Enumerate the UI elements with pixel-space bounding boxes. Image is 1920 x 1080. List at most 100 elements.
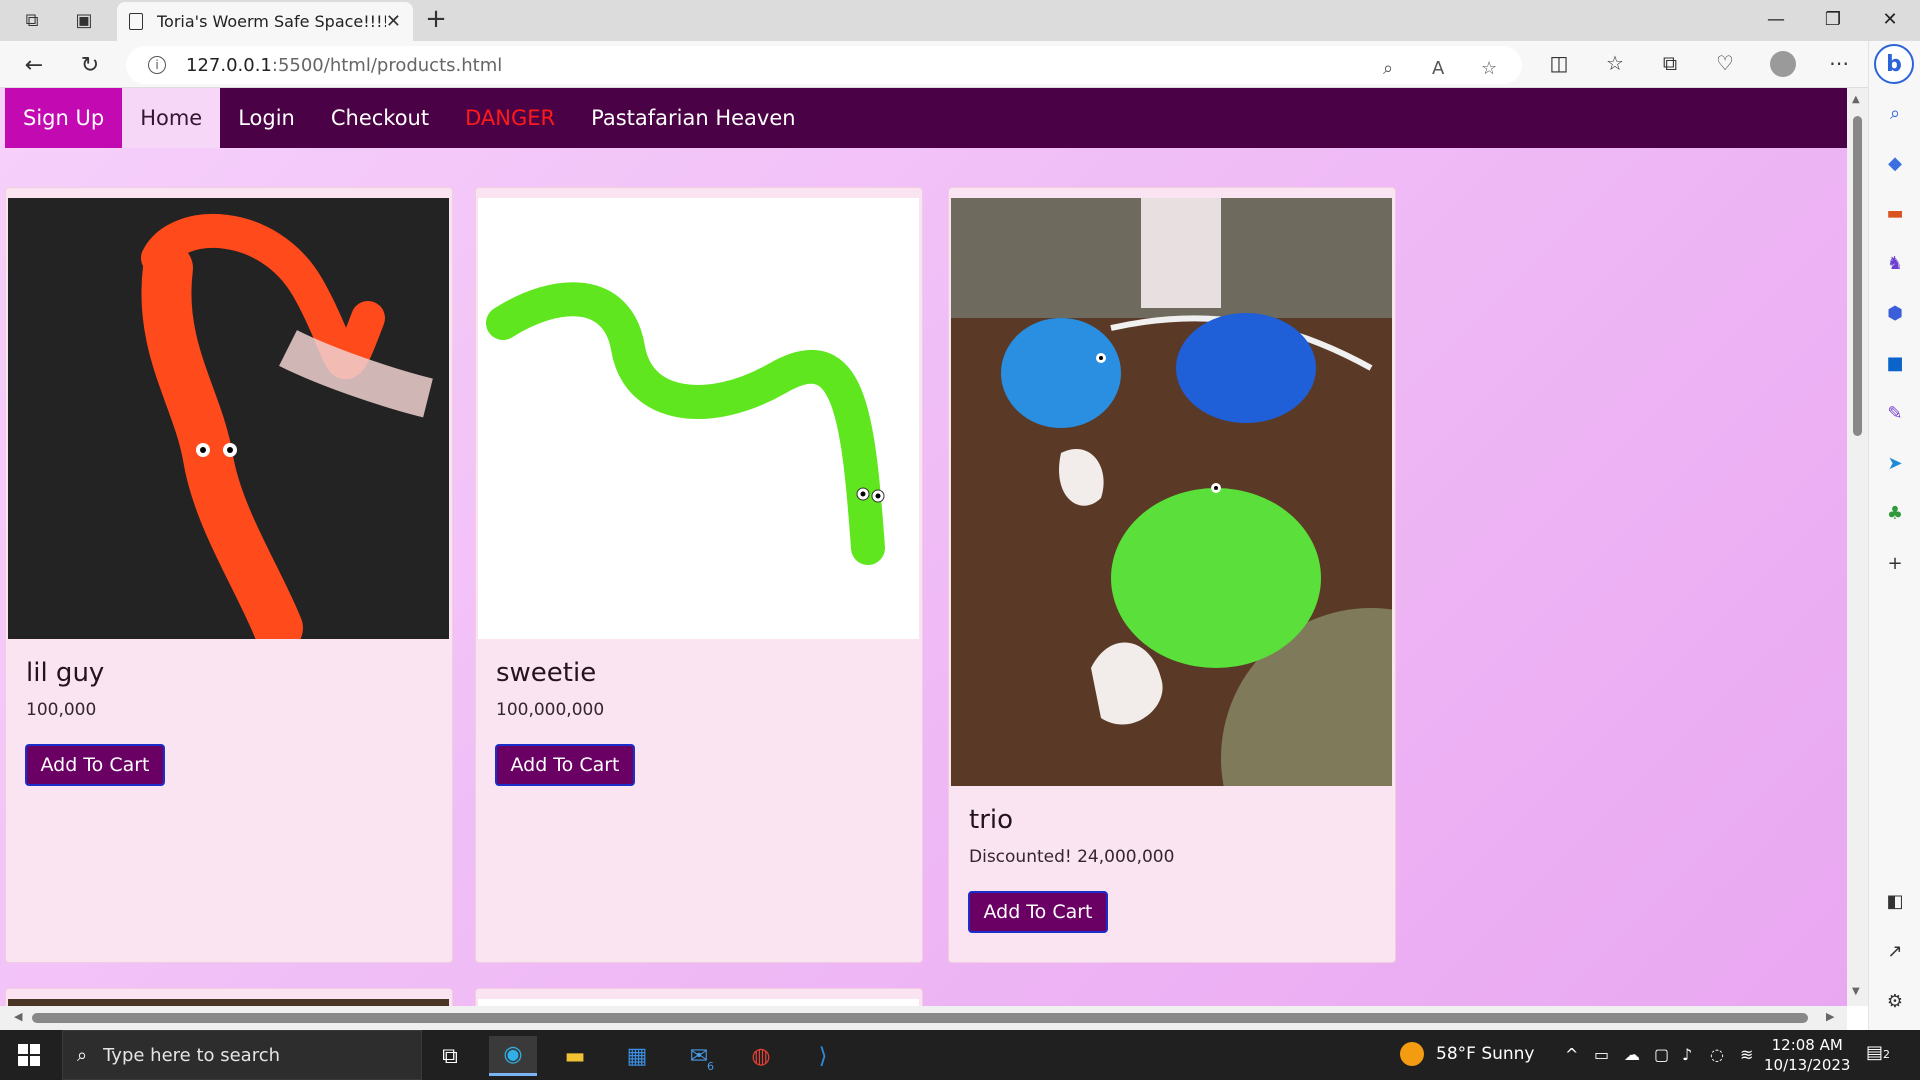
collections-icon[interactable]: ⧉ bbox=[1656, 51, 1684, 75]
add-to-cart-button[interactable]: Add To Cart bbox=[495, 744, 635, 786]
send-icon[interactable]: ➤ bbox=[1881, 449, 1909, 477]
scroll-left-icon[interactable]: ◀ bbox=[14, 1010, 22, 1023]
outlook-icon[interactable]: ■ bbox=[1881, 349, 1909, 377]
weather-widget[interactable]: 58°F Sunny bbox=[1400, 1042, 1535, 1066]
vscode-icon[interactable]: ⟩ bbox=[799, 1036, 847, 1076]
windows-start-icon[interactable] bbox=[18, 1044, 40, 1066]
product-image-worm-trio bbox=[951, 198, 1392, 786]
external-link-icon[interactable]: ↗ bbox=[1881, 937, 1909, 965]
add-to-cart-button[interactable]: Add To Cart bbox=[968, 891, 1108, 933]
vertical-scroll-thumb[interactable] bbox=[1853, 116, 1862, 436]
browser-tab-bar: ⧉ ▣ Toria's Woerm Safe Space!!!!!! :D ✕ … bbox=[0, 0, 1920, 41]
product-image-partial bbox=[478, 999, 919, 1006]
product-price: Discounted! 24,000,000 bbox=[969, 847, 1175, 867]
product-name: lil guy bbox=[26, 658, 105, 688]
games-icon[interactable]: ♞ bbox=[1881, 249, 1909, 277]
network-icon[interactable]: ◌ bbox=[1710, 1045, 1724, 1064]
favorites-icon[interactable]: ☆ bbox=[1601, 51, 1629, 75]
refresh-icon[interactable]: ↻ bbox=[72, 49, 108, 81]
copilot-icon[interactable]: b bbox=[1874, 44, 1914, 84]
add-icon[interactable]: + bbox=[1881, 549, 1909, 577]
add-to-cart-button[interactable]: Add To Cart bbox=[25, 744, 165, 786]
tree-icon[interactable]: ♣ bbox=[1881, 499, 1909, 527]
edge-sidebar: ⌕ ◆ ▬ ♞ ⬢ ■ ✎ ➤ ♣ + ◧ ↗ ⚙ bbox=[1868, 41, 1920, 1030]
mail-icon[interactable]: ✉ 6 bbox=[675, 1036, 723, 1076]
product-name: trio bbox=[969, 805, 1014, 835]
workspaces-icon[interactable]: ⧉ bbox=[15, 6, 49, 34]
shopping-icon[interactable]: ◆ bbox=[1881, 149, 1909, 177]
search-icon[interactable]: ⌕ bbox=[1881, 99, 1909, 127]
weather-text: 58°F Sunny bbox=[1436, 1044, 1535, 1064]
search-placeholder: Type here to search bbox=[103, 1044, 281, 1066]
battery-icon[interactable]: ▭ bbox=[1594, 1045, 1609, 1064]
chevron-up-icon[interactable]: ^ bbox=[1565, 1045, 1578, 1064]
url-bar[interactable]: i 127.0.0.1:5500/html/products.html ⌕ A … bbox=[126, 46, 1522, 84]
nav-sign-up[interactable]: Sign Up bbox=[5, 88, 123, 148]
sun-icon bbox=[1400, 1042, 1424, 1066]
store-icon[interactable]: ▦ bbox=[613, 1036, 661, 1076]
windows-taskbar: ⌕ Type here to search ⧉ ◉ ▬ ▦ ✉ 6 ◍ ⟩ 58°… bbox=[0, 1030, 1920, 1080]
device-icon[interactable]: ▢ bbox=[1654, 1045, 1669, 1064]
edge-app-icon[interactable]: ◉ bbox=[489, 1036, 537, 1076]
designer-icon[interactable]: ✎ bbox=[1881, 399, 1909, 427]
product-card: sweetie 100,000,000 Add To Cart bbox=[475, 187, 923, 963]
zoom-icon[interactable]: ⌕ bbox=[1383, 58, 1393, 79]
search-icon: ⌕ bbox=[77, 1044, 88, 1066]
nav-pastafarian-heaven[interactable]: Pastafarian Heaven bbox=[573, 88, 813, 148]
vertical-scrollbar[interactable]: ▲ ▼ bbox=[1847, 88, 1868, 1006]
nav-danger[interactable]: DANGER bbox=[447, 88, 573, 148]
restore-button[interactable]: ❐ bbox=[1808, 4, 1858, 36]
onedrive-icon[interactable]: ☁ bbox=[1624, 1045, 1640, 1064]
clock-date: 10/13/2023 bbox=[1764, 1056, 1851, 1074]
page-viewport: Sign Up Home Login Checkout DANGER Pasta… bbox=[0, 88, 1847, 1006]
volume-icon[interactable]: ♪ bbox=[1682, 1045, 1692, 1064]
tab-actions-icon[interactable]: ▣ bbox=[67, 6, 101, 34]
notification-icon[interactable]: ▤2 bbox=[1866, 1042, 1890, 1063]
taskbar-clock[interactable]: 12:08 AM 10/13/2023 bbox=[1764, 1035, 1850, 1075]
read-aloud-icon[interactable]: A bbox=[1432, 58, 1444, 79]
scroll-down-icon[interactable]: ▼ bbox=[1852, 986, 1860, 997]
product-card-partial bbox=[5, 988, 453, 1006]
product-card-partial bbox=[475, 988, 923, 1006]
tools-icon[interactable]: ▬ bbox=[1881, 199, 1909, 227]
new-tab-button[interactable]: + bbox=[420, 4, 452, 34]
tab-title: Toria's Woerm Safe Space!!!!!! :D bbox=[157, 12, 386, 31]
microsoft-365-icon[interactable]: ⬢ bbox=[1881, 299, 1909, 327]
site-info-icon[interactable]: i bbox=[148, 56, 166, 74]
nav-login[interactable]: Login bbox=[220, 88, 313, 148]
clock-time: 12:08 AM bbox=[1771, 1036, 1843, 1054]
profile-avatar[interactable] bbox=[1770, 51, 1796, 77]
nav-home[interactable]: Home bbox=[122, 88, 221, 148]
settings-gear-icon[interactable]: ⚙ bbox=[1881, 987, 1909, 1015]
taskbar-search[interactable]: ⌕ Type here to search bbox=[62, 1030, 422, 1080]
scroll-right-icon[interactable]: ▶ bbox=[1826, 1010, 1834, 1023]
product-name: sweetie bbox=[496, 658, 597, 688]
more-options-icon[interactable]: ⋯ bbox=[1825, 51, 1853, 75]
address-toolbar: ← ↻ i 127.0.0.1:5500/html/products.html … bbox=[0, 41, 1920, 88]
product-image-orange-worm bbox=[8, 198, 449, 639]
browser-essentials-icon[interactable]: ♡ bbox=[1711, 51, 1739, 75]
product-card: trio Discounted! 24,000,000 Add To Cart bbox=[948, 187, 1396, 963]
url-text[interactable]: 127.0.0.1:5500/html/products.html bbox=[186, 55, 502, 76]
favorite-star-icon[interactable]: ☆ bbox=[1481, 58, 1497, 79]
product-image-green-worm bbox=[478, 198, 919, 639]
close-window-button[interactable]: ✕ bbox=[1865, 4, 1915, 36]
nav-checkout[interactable]: Checkout bbox=[313, 88, 447, 148]
task-view-icon[interactable]: ⧉ bbox=[426, 1036, 474, 1076]
minimize-button[interactable]: — bbox=[1751, 4, 1801, 36]
split-screen-icon[interactable]: ◫ bbox=[1545, 51, 1573, 75]
product-price: 100,000 bbox=[26, 700, 97, 720]
browser-tab-active[interactable]: Toria's Woerm Safe Space!!!!!! :D ✕ bbox=[117, 2, 413, 41]
page-icon bbox=[129, 13, 143, 30]
wifi-icon[interactable]: ≋ bbox=[1740, 1045, 1753, 1064]
horizontal-scrollbar[interactable]: ◀ ▶ bbox=[0, 1006, 1847, 1030]
back-arrow-icon[interactable]: ← bbox=[16, 49, 52, 81]
sidebar-toggle-icon[interactable]: ◧ bbox=[1881, 887, 1909, 915]
product-card: lil guy 100,000 Add To Cart bbox=[5, 187, 453, 963]
product-image-partial bbox=[8, 999, 449, 1006]
scroll-up-icon[interactable]: ▲ bbox=[1852, 94, 1860, 105]
file-explorer-icon[interactable]: ▬ bbox=[551, 1036, 599, 1076]
chrome-icon[interactable]: ◍ bbox=[737, 1036, 785, 1076]
close-tab-icon[interactable]: ✕ bbox=[386, 11, 401, 32]
horizontal-scroll-thumb[interactable] bbox=[32, 1013, 1808, 1023]
